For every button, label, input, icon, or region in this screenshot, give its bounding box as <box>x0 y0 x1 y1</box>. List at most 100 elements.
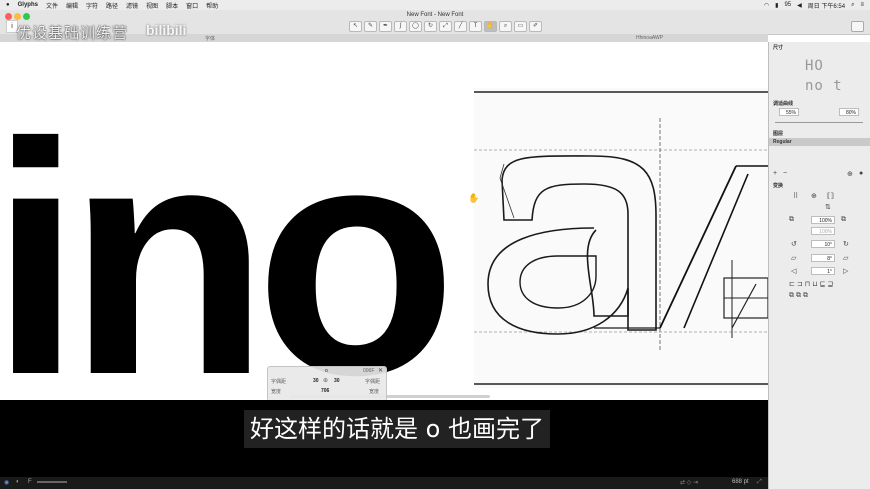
search-icon[interactable]: ⌕ <box>851 2 854 9</box>
edit-canvas[interactable]: ino ✋ <box>0 42 768 400</box>
layer-menu-icon[interactable]: ● <box>859 170 863 177</box>
background-sketch-image <box>474 88 768 388</box>
layers-header[interactable]: 图层 <box>773 130 783 137</box>
zoom-level[interactable]: 688 pt <box>732 479 749 485</box>
color-mode-icon[interactable]: ◐ <box>16 479 20 485</box>
layer-name[interactable]: Regular <box>773 139 792 145</box>
rotate-tool-icon[interactable]: ↻ <box>424 21 437 32</box>
dimensions-header[interactable]: 尺寸 <box>773 44 783 51</box>
slant-left-icon[interactable]: ▱ <box>791 254 796 262</box>
glyph-preview-text[interactable]: ino <box>0 94 457 401</box>
draw-tool-icon[interactable]: ✎ <box>364 21 377 32</box>
knife-tool-icon[interactable]: ╱ <box>454 21 467 32</box>
rotate-left-icon[interactable]: ↺ <box>791 240 797 248</box>
window-titlebar: New Font - New Font ↖ ✎ ✒ ∫ ◯ ↻ ⤢ ╱ T ✋ … <box>0 10 870 35</box>
smooth-right-field[interactable]: 80% <box>839 108 859 116</box>
annotation-tool-icon[interactable]: ✐ <box>529 21 542 32</box>
clock[interactable]: 周日 下午6:54 <box>808 1 845 10</box>
dimensions-preview-top: HO <box>805 58 824 74</box>
fullscreen-icon[interactable]: ⤢ <box>757 479 762 486</box>
rotate-field[interactable]: 10° <box>811 240 835 248</box>
scale-icon[interactable]: ⧉ <box>789 216 794 224</box>
lsb-label: 字偶距 <box>271 379 287 385</box>
volume-icon[interactable]: ◀ <box>797 2 802 9</box>
mirror-vertical-icon[interactable]: ⇅ <box>825 203 831 211</box>
battery-level: 95 <box>784 2 792 8</box>
transform-header[interactable]: 变换 <box>773 182 783 189</box>
apple-menu-icon[interactable]: ● <box>6 2 10 8</box>
slant-right-icon[interactable]: ▱ <box>843 254 848 262</box>
select-tool-icon[interactable]: ↖ <box>349 21 362 32</box>
status-area: ◠ ▮ 95 ◀ 周日 下午6:54 ⌕ ≡ <box>764 0 864 10</box>
glyph-info-close-icon[interactable]: ✕ <box>378 367 383 374</box>
menu-app-name[interactable]: Glyphs <box>18 2 38 8</box>
glyph-name[interactable]: o <box>325 368 328 374</box>
scale-field[interactable]: 100% <box>811 216 835 224</box>
tool-palette: ↖ ✎ ✒ ∫ ◯ ↻ ⤢ ╱ T ✋ ⌕ ▭ ✐ <box>349 21 542 32</box>
boolean-ops-icons[interactable]: ⧉⧉⧉ <box>789 292 810 300</box>
mirror-horizontal-icon[interactable]: ⟦⟧ <box>827 192 834 200</box>
lsb-field[interactable]: 30 <box>313 378 319 384</box>
glyph-info-box: o 006F ✕ 字偶距 30 ⊕ 30 字偶距 宽度 706 宽度 <box>267 366 387 402</box>
canvas-status-bar: ◉ ◐ F ⇄ ◇ ⇥ 688 pt ⤢ <box>0 477 768 489</box>
center-icon[interactable]: ⊕ <box>811 192 817 200</box>
smooth-slider[interactable] <box>775 122 863 123</box>
add-layer-icon[interactable]: + <box>773 170 777 177</box>
rsb-label: 字偶距 <box>365 379 381 385</box>
zoom-tool-icon[interactable]: ⌕ <box>499 21 512 32</box>
hand-tool-icon[interactable]: ✋ <box>484 21 497 32</box>
dimensions-preview-bottom: no t <box>805 78 843 94</box>
font-icon[interactable]: F <box>28 479 32 485</box>
skew-field[interactable]: 1° <box>811 267 835 275</box>
hand-cursor-icon: ✋ <box>468 193 480 203</box>
sidebar-toggle-button[interactable] <box>851 21 864 32</box>
skew-right-icon[interactable]: ▷ <box>843 267 848 275</box>
bilibili-logo: bilibili <box>146 22 187 38</box>
menu-item-window[interactable]: 窗口 <box>186 1 198 10</box>
tab-font[interactable]: 字体 <box>205 35 215 42</box>
slant-field[interactable]: 8° <box>811 254 835 262</box>
scale-tool-icon[interactable]: ⤢ <box>439 21 452 32</box>
wifi-icon[interactable]: ◠ <box>764 2 769 9</box>
watermark-text: 优设基础训练营 <box>16 24 129 42</box>
menu-bar: ● Glyphs 文件 编辑 字符 路径 滤镜 视图 脚本 窗口 帮助 <box>0 0 870 10</box>
unicode-value[interactable]: 006F <box>363 368 374 374</box>
tab-edit-text[interactable]: HhinoaAWP <box>636 35 663 41</box>
eye-icon[interactable]: ◉ <box>4 479 9 486</box>
scale-y-field[interactable]: 100% <box>811 227 835 235</box>
menu-item-script[interactable]: 脚本 <box>166 1 178 10</box>
menu-item-edit[interactable]: 编辑 <box>66 1 78 10</box>
menu-item-filter[interactable]: 滤镜 <box>126 1 138 10</box>
menu-item-path[interactable]: 路径 <box>106 1 118 10</box>
layer-row[interactable]: Regular <box>769 138 870 146</box>
remove-layer-icon[interactable]: − <box>783 170 787 177</box>
notification-icon[interactable]: ≡ <box>860 2 864 8</box>
menu-item-view[interactable]: 视图 <box>146 1 158 10</box>
brush-tool-icon[interactable]: ∫ <box>394 21 407 32</box>
smooth-curves-header[interactable]: 调适曲线 <box>773 100 793 107</box>
link-metrics-icon[interactable]: ⊕ <box>323 377 328 384</box>
align-icons[interactable]: ⊏⊐⊓⊔⊑⊒ <box>789 280 835 288</box>
smooth-left-field[interactable]: 55% <box>779 108 799 116</box>
rotate-right-icon[interactable]: ↻ <box>843 240 849 248</box>
width-label: 宽度 <box>271 389 282 395</box>
primitives-tool-icon[interactable]: ◯ <box>409 21 422 32</box>
kern-label: 宽度 <box>369 389 380 395</box>
window-title: New Font - New Font <box>406 12 464 18</box>
palette-sidebar: 尺寸 HO no t 调适曲线 55% 80% 图层 Regular + − ⊕… <box>768 42 870 489</box>
width-field[interactable]: 706 <box>321 388 329 394</box>
layer-options-icon[interactable]: ⊕ <box>847 170 853 178</box>
menu-item-help[interactable]: 帮助 <box>206 1 218 10</box>
preview-size-slider[interactable] <box>37 481 67 483</box>
menu-item-glyph[interactable]: 字符 <box>86 1 98 10</box>
rsb-field[interactable]: 30 <box>334 378 340 384</box>
origin-grid-icon[interactable]: ⠿ <box>793 192 798 200</box>
menu-item-file[interactable]: 文件 <box>46 1 58 10</box>
pen-tool-icon[interactable]: ✒ <box>379 21 392 32</box>
skew-left-icon[interactable]: ◁ <box>791 267 796 275</box>
view-icons[interactable]: ⇄ ◇ ⇥ <box>680 479 698 486</box>
text-tool-icon[interactable]: T <box>469 21 482 32</box>
battery-icon[interactable]: ▮ <box>775 2 778 9</box>
scale-apply-icon[interactable]: ⧉ <box>841 216 846 224</box>
measure-tool-icon[interactable]: ▭ <box>514 21 527 32</box>
